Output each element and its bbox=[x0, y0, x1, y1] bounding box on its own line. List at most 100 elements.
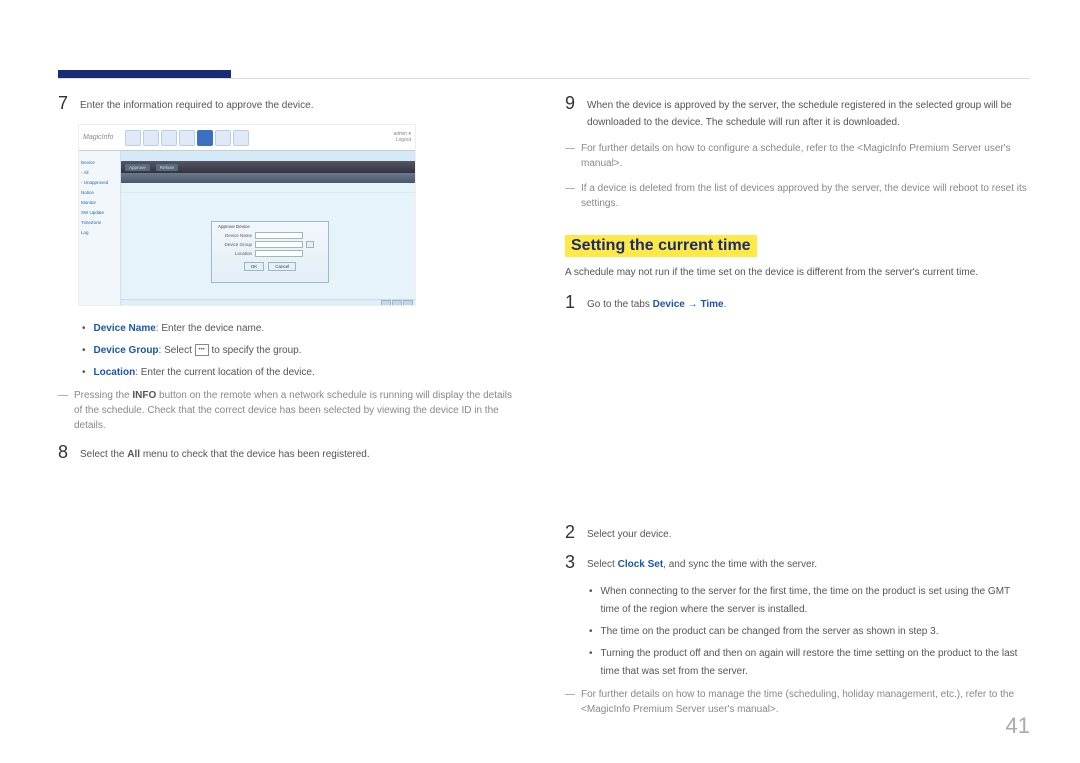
step-8: 8 Select the All menu to check that the … bbox=[58, 443, 523, 463]
bullet-body: Device Group: Select ••• to specify the … bbox=[94, 342, 302, 360]
ss-dialog-title: Approve Device bbox=[212, 222, 328, 231]
bullet-location: Location: Enter the current location of … bbox=[82, 364, 523, 382]
bullet-text: : Select bbox=[159, 345, 195, 356]
ss-icon-selected bbox=[197, 130, 213, 146]
ss-user-text: Logout bbox=[396, 138, 411, 143]
bullet: The time on the product can be changed f… bbox=[589, 623, 1030, 641]
ss-side-item: - Unapproved bbox=[81, 180, 118, 185]
ss-table-header bbox=[121, 173, 415, 183]
ss-side-item: SW Update bbox=[81, 210, 118, 215]
text-bold: Device bbox=[653, 299, 685, 310]
arrow-icon: → bbox=[685, 299, 701, 310]
bullet-text: When connecting to the server for the fi… bbox=[601, 583, 1030, 619]
ss-side-item: Monitor bbox=[81, 200, 118, 205]
ss-dialog-input bbox=[255, 250, 303, 257]
bullet: Turning the product off and then on agai… bbox=[589, 645, 1030, 681]
embedded-screenshot: MagicInfo admin ▾ Logout Device bbox=[78, 124, 416, 306]
step-text: Select your device. bbox=[587, 523, 1030, 543]
page-number: 41 bbox=[1006, 713, 1030, 739]
step-9: 9 When the device is approved by the ser… bbox=[565, 94, 1030, 131]
bullet-body: Device Name: Enter the device name. bbox=[94, 320, 265, 338]
step-text: Go to the tabs Device → Time. bbox=[587, 293, 1030, 313]
bullet-text: to specify the group. bbox=[211, 345, 301, 356]
bullet-label: Location bbox=[94, 367, 136, 378]
ss-body: Approve Refuse Approve Device Device Nam… bbox=[121, 151, 415, 306]
ss-side-item: Notice bbox=[81, 190, 118, 195]
bullet-text: : Enter the device name. bbox=[156, 323, 264, 334]
step-7: 7 Enter the information required to appr… bbox=[58, 94, 523, 114]
note-body: If a device is deleted from the list of … bbox=[581, 181, 1030, 211]
text: . bbox=[724, 299, 727, 310]
bullet-device-group: Device Group: Select ••• to specify the … bbox=[82, 342, 523, 360]
header-rule bbox=[58, 78, 1030, 79]
ss-icon bbox=[143, 130, 159, 146]
ss-dialog-row: Device Name bbox=[212, 231, 328, 240]
ss-icon bbox=[161, 130, 177, 146]
ss-status-right bbox=[381, 300, 413, 306]
ss-cancel-button: Cancel bbox=[268, 262, 296, 271]
note-bold: INFO bbox=[132, 390, 156, 401]
note-device-deleted: If a device is deleted from the list of … bbox=[565, 181, 1030, 211]
ss-icon bbox=[179, 130, 195, 146]
note-text: Pressing the bbox=[74, 390, 132, 401]
note-time-manual: For further details on how to manage the… bbox=[565, 687, 1030, 717]
bullet: When connecting to the server for the fi… bbox=[589, 583, 1030, 619]
step3-sub-bullets: When connecting to the server for the fi… bbox=[589, 583, 1030, 681]
ss-dialog-label: Device Group bbox=[220, 242, 252, 247]
ss-statusbar bbox=[121, 299, 415, 306]
step-number: 8 bbox=[58, 443, 68, 463]
right-column: 9 When the device is approved by the ser… bbox=[565, 44, 1030, 727]
ss-dialog-label: Location bbox=[220, 251, 252, 256]
ss-dialog-input bbox=[255, 241, 303, 248]
step-number: 7 bbox=[58, 94, 68, 114]
ss-sidebar: Device - All - Unapproved Notice Monitor… bbox=[79, 151, 121, 306]
ss-side-item: TimeZone bbox=[81, 220, 118, 225]
page-content: 7 Enter the information required to appr… bbox=[0, 0, 1080, 757]
step-number: 3 bbox=[565, 553, 575, 573]
step-text: Select the All menu to check that the de… bbox=[80, 443, 523, 463]
ss-approve-dialog: Approve Device Device Name Device Group … bbox=[211, 221, 329, 283]
step-text: Enter the information required to approv… bbox=[80, 94, 523, 114]
ss-status-box bbox=[392, 300, 402, 306]
ss-action-btn: Refuse bbox=[156, 164, 178, 171]
section-intro: A schedule may not run if the time set o… bbox=[565, 265, 1030, 281]
ss-dialog-input bbox=[255, 232, 303, 239]
ss-actionbar: Approve Refuse bbox=[121, 161, 415, 173]
ss-action-btn: Approve bbox=[125, 164, 150, 171]
text: , and sync the time with the server. bbox=[663, 559, 817, 570]
ss-logo: MagicInfo bbox=[83, 134, 119, 141]
ss-status-box bbox=[403, 300, 413, 306]
browse-icon: ••• bbox=[195, 344, 209, 356]
note-body: For further details on how to manage the… bbox=[581, 687, 1030, 717]
ss-icon bbox=[215, 130, 231, 146]
note-schedule-manual: For further details on how to configure … bbox=[565, 141, 1030, 171]
header-accent bbox=[58, 70, 231, 78]
text: Go to the tabs bbox=[587, 299, 653, 310]
screenshot-placeholder bbox=[565, 323, 1030, 523]
ss-dialog-label: Device Name bbox=[220, 233, 252, 238]
ss-side-item: - All bbox=[81, 170, 118, 175]
note-body: For further details on how to configure … bbox=[581, 141, 1030, 171]
text: menu to check that the device has been r… bbox=[140, 449, 370, 460]
bullet-body: Location: Enter the current location of … bbox=[94, 364, 315, 382]
ss-subbar bbox=[121, 151, 415, 161]
step-text: When the device is approved by the serve… bbox=[587, 94, 1030, 131]
ss-icon bbox=[125, 130, 141, 146]
browse-icon bbox=[306, 241, 314, 248]
step-text: Select Clock Set, and sync the time with… bbox=[587, 553, 1030, 573]
step-number: 2 bbox=[565, 523, 575, 543]
ss-dialog-row: Device Group bbox=[212, 240, 328, 249]
ss-ok-button: OK bbox=[244, 262, 265, 271]
text: Select the bbox=[80, 449, 127, 460]
ss-toolbar-icons bbox=[125, 130, 249, 146]
ss-side-item: Log bbox=[81, 230, 118, 235]
step-2: 2 Select your device. bbox=[565, 523, 1030, 543]
bullet-label: Device Name bbox=[94, 323, 156, 334]
text-bold: Time bbox=[700, 299, 723, 310]
note-info-button: Pressing the INFO button on the remote w… bbox=[58, 388, 523, 433]
text: Select bbox=[587, 559, 618, 570]
section-heading: Setting the current time bbox=[565, 235, 757, 257]
ss-status-box bbox=[381, 300, 391, 306]
step-number: 1 bbox=[565, 293, 575, 313]
ss-side-item: Device bbox=[81, 160, 118, 165]
